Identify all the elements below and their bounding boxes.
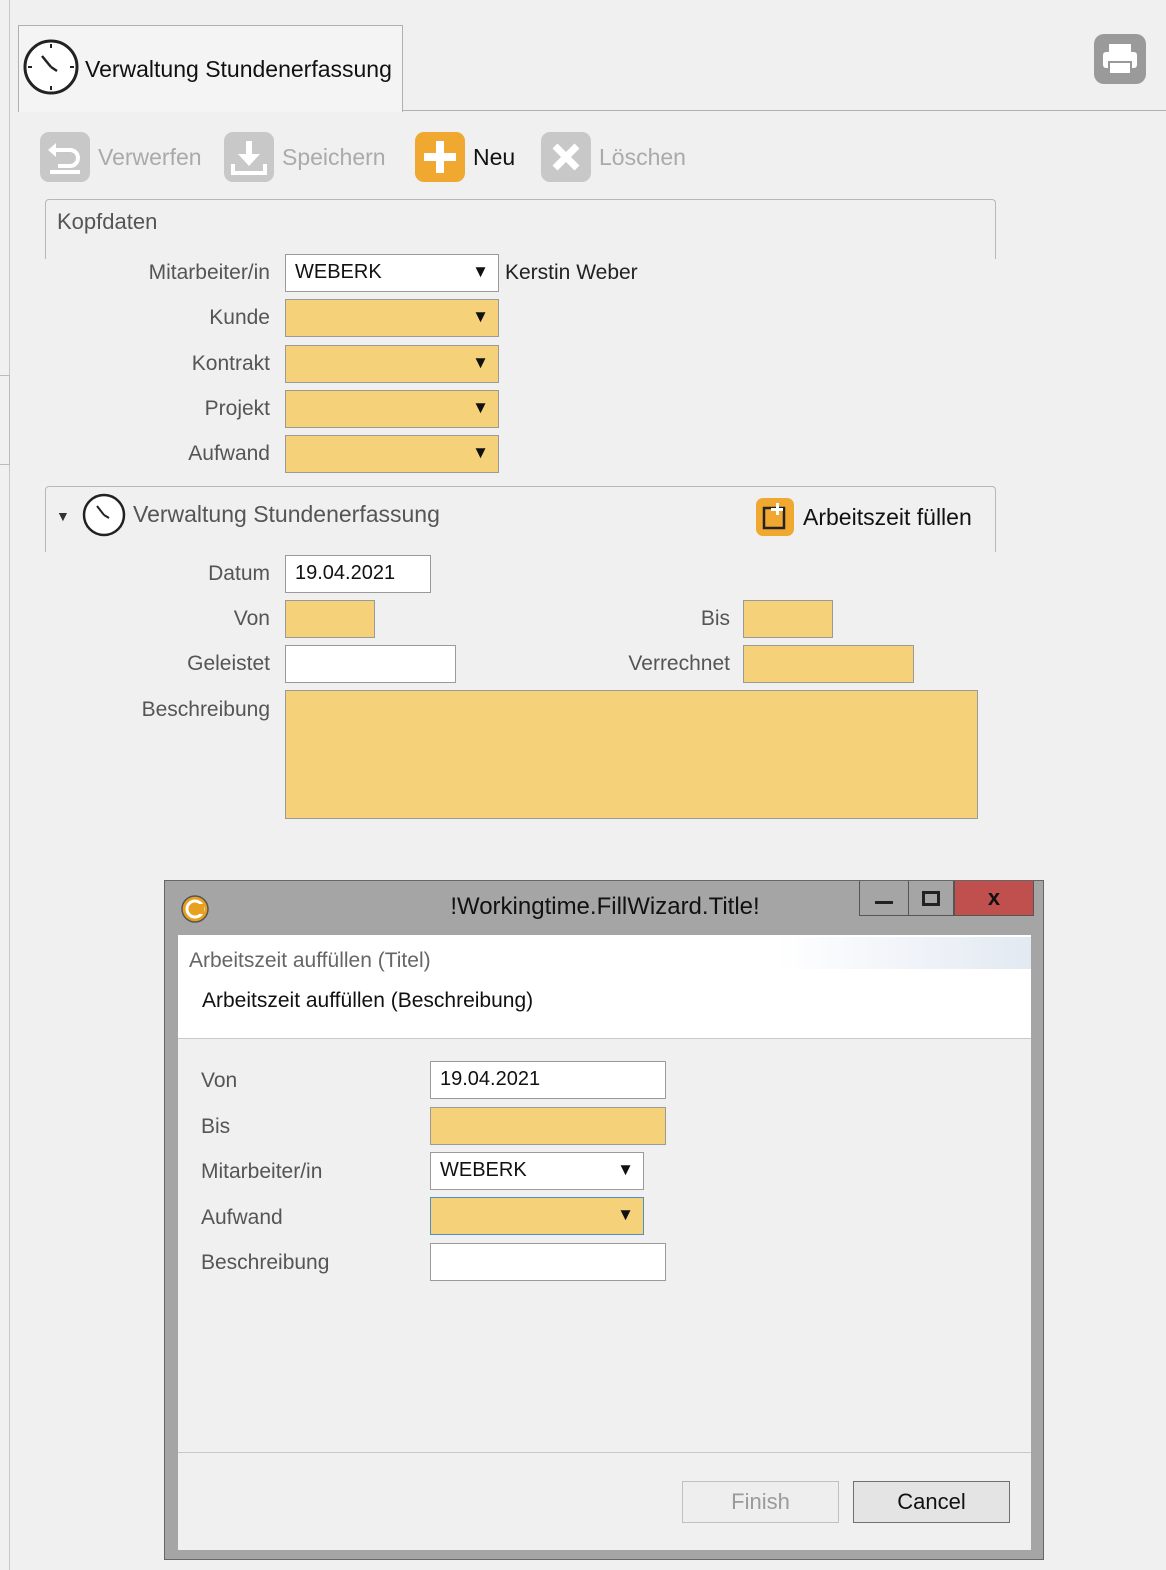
- left-frame-tab: [0, 375, 10, 465]
- left-frame: [0, 0, 10, 1570]
- tab-verwaltung-stundenerfassung[interactable]: Verwaltung Stundenerfassung: [18, 25, 403, 112]
- wizard-to-input[interactable]: [430, 1107, 666, 1145]
- from-input[interactable]: [285, 600, 375, 638]
- cancel-button[interactable]: Cancel: [853, 1481, 1010, 1523]
- wizard-from-label: Von: [201, 1069, 238, 1092]
- wizard-employee-select[interactable]: WEBERK ▼: [430, 1152, 644, 1190]
- done-input[interactable]: [285, 645, 456, 683]
- dropdown-arrow-icon: ▼: [472, 443, 489, 462]
- wizard-description-input[interactable]: [430, 1243, 666, 1281]
- done-label: Geleistet: [187, 652, 270, 675]
- app-logo-icon: [181, 895, 209, 928]
- wizard-header-description: Arbeitszeit auffüllen (Beschreibung): [202, 989, 534, 1012]
- save-button[interactable]: Speichern: [224, 132, 386, 182]
- kopfdaten-title: Kopfdaten: [57, 209, 158, 234]
- employee-name: Kerstin Weber: [505, 261, 638, 284]
- project-select[interactable]: ▼: [285, 390, 499, 428]
- maximize-button[interactable]: [908, 881, 954, 916]
- dialog-title: !Workingtime.FillWizard.Title!: [450, 893, 760, 920]
- to-input[interactable]: [743, 600, 833, 638]
- minimize-icon: [875, 900, 893, 904]
- project-label: Projekt: [204, 397, 270, 420]
- close-window-button[interactable]: x: [954, 881, 1034, 916]
- dropdown-arrow-icon: ▼: [617, 1160, 634, 1179]
- new-button[interactable]: Neu: [415, 132, 515, 182]
- contract-label: Kontrakt: [191, 352, 270, 375]
- printer-icon[interactable]: [1094, 34, 1146, 84]
- close-icon: [541, 132, 591, 182]
- collapse-arrow-icon[interactable]: ▼: [56, 508, 70, 524]
- fill-worktime-label: Arbeitszeit füllen: [803, 503, 972, 530]
- save-label: Speichern: [282, 143, 386, 170]
- date-input[interactable]: 19.04.2021: [285, 555, 431, 593]
- plus-icon: [415, 132, 465, 182]
- date-label: Datum: [208, 562, 270, 585]
- wizard-employee-label: Mitarbeiter/in: [201, 1160, 323, 1183]
- tab-title: Verwaltung Stundenerfassung: [85, 55, 392, 82]
- contract-select[interactable]: ▼: [285, 345, 499, 383]
- customer-select[interactable]: ▼: [285, 299, 499, 337]
- employee-label: Mitarbeiter/in: [148, 261, 270, 284]
- maximize-icon: [922, 890, 940, 906]
- customer-label: Kunde: [209, 306, 270, 329]
- discard-button[interactable]: Verwerfen: [40, 132, 202, 182]
- wizard-from-input[interactable]: 19.04.2021: [430, 1061, 666, 1099]
- dropdown-arrow-icon: ▼: [472, 398, 489, 417]
- delete-button[interactable]: Löschen: [541, 132, 686, 182]
- wizard-header-title: Arbeitszeit auffüllen (Titel): [189, 949, 431, 972]
- wizard-to-label: Bis: [201, 1115, 231, 1138]
- finish-button[interactable]: Finish: [682, 1481, 839, 1523]
- clock-icon: [23, 39, 79, 100]
- kopfdaten-group: [45, 199, 996, 259]
- header-decoration: [778, 937, 1031, 969]
- description-label: Beschreibung: [141, 698, 270, 721]
- section-title: Verwaltung Stundenerfassung: [133, 501, 440, 527]
- billed-input[interactable]: [743, 645, 914, 683]
- employee-value: WEBERK: [295, 261, 382, 283]
- billed-label: Verrechnet: [628, 652, 730, 675]
- close-icon: x: [987, 885, 1001, 910]
- employee-select[interactable]: WEBERK ▼: [285, 254, 499, 292]
- from-label: Von: [233, 607, 270, 630]
- fill-wizard-dialog: !Workingtime.FillWizard.Title! x Arbeits…: [164, 880, 1044, 1560]
- wizard-header: Arbeitszeit auffüllen (Titel) Arbeitszei…: [178, 935, 1031, 1039]
- delete-label: Löschen: [599, 143, 686, 170]
- dropdown-arrow-icon: ▼: [472, 307, 489, 326]
- effort-label: Aufwand: [188, 442, 270, 465]
- wizard-description-label: Beschreibung: [201, 1251, 330, 1274]
- dropdown-arrow-icon: ▼: [617, 1205, 634, 1224]
- clock-icon: [82, 493, 126, 542]
- calendar-plus-icon: [756, 498, 794, 536]
- to-label: Bis: [700, 607, 730, 630]
- description-textarea[interactable]: [285, 690, 978, 819]
- dialog-client: Arbeitszeit auffüllen (Titel) Arbeitszei…: [178, 935, 1031, 1550]
- wizard-effort-select[interactable]: ▼: [430, 1197, 644, 1235]
- wizard-employee-value: WEBERK: [440, 1159, 527, 1181]
- minimize-button[interactable]: [859, 881, 909, 916]
- undo-icon: [40, 132, 90, 182]
- fill-worktime-button[interactable]: Arbeitszeit füllen: [756, 498, 972, 536]
- footer-divider: [178, 1452, 1031, 1453]
- effort-select[interactable]: ▼: [285, 435, 499, 473]
- download-icon: [224, 132, 274, 182]
- discard-label: Verwerfen: [98, 143, 202, 170]
- new-label: Neu: [473, 143, 516, 170]
- dropdown-arrow-icon: ▼: [472, 353, 489, 372]
- wizard-effort-label: Aufwand: [201, 1206, 283, 1229]
- dropdown-arrow-icon: ▼: [472, 262, 489, 281]
